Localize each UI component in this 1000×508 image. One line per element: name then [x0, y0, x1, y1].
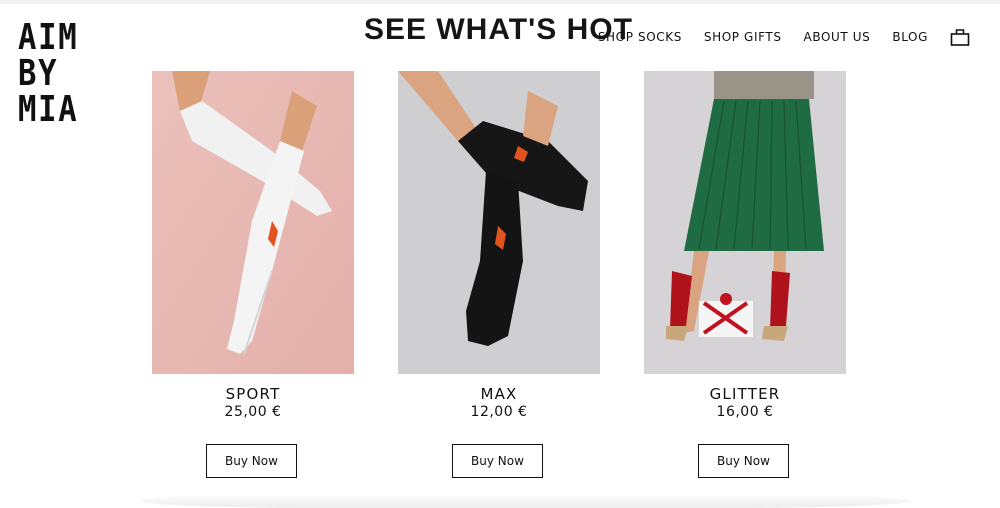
buy-now-button[interactable]: Buy Now — [206, 444, 297, 478]
product-image-glitter[interactable] — [644, 71, 846, 374]
product-price: 12,00 € — [470, 404, 528, 420]
buy-now-button[interactable]: Buy Now — [452, 444, 543, 478]
main-nav: SHOP SOCKS SHOP GIFTS ABOUT US BLOG — [576, 27, 970, 47]
top-border — [0, 0, 1000, 4]
buy-now-button[interactable]: Buy Now — [698, 444, 789, 478]
product-card-max: MAX 12,00 € Buy Now — [398, 71, 600, 478]
nav-blog[interactable]: BLOG — [892, 30, 928, 44]
logo-line-2: BY — [18, 53, 59, 94]
product-image-max[interactable] — [398, 71, 600, 374]
product-price: 25,00 € — [224, 404, 282, 420]
product-name: MAX — [480, 385, 518, 403]
nav-shop-gifts[interactable]: SHOP GIFTS — [704, 30, 782, 44]
product-card-sport: SPORT 25,00 € Buy Now — [152, 71, 354, 478]
nav-shop-socks[interactable]: SHOP SOCKS — [598, 30, 682, 44]
product-image-sport[interactable] — [152, 71, 354, 374]
logo-line-1: AIM — [18, 17, 79, 58]
shopping-bag-icon[interactable] — [950, 27, 970, 47]
product-price: 16,00 € — [716, 404, 774, 420]
product-name: SPORT — [225, 385, 281, 403]
brand-logo[interactable]: AIM BY MIA — [18, 20, 102, 128]
nav-about-us[interactable]: ABOUT US — [804, 30, 871, 44]
product-name: GLITTER — [709, 385, 781, 403]
product-card-glitter: GLITTER 16,00 € Buy Now — [644, 71, 846, 478]
logo-line-3: MIA — [18, 89, 79, 130]
